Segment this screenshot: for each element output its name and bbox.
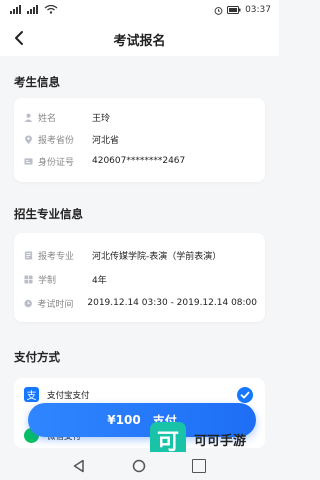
alipay-icon: 支 — [24, 387, 39, 402]
field-value: 河北传媒学院-表演（学前表演） — [92, 251, 222, 262]
pay-amount: ¥100 — [107, 413, 141, 427]
app-bar: 考试报名 — [0, 22, 279, 56]
page-title: 考试报名 — [113, 34, 166, 49]
field-value: 420607********2467 — [92, 156, 186, 166]
field-major: 报考专业 河北传媒学院-表演（学前表演） — [24, 247, 257, 263]
candidate-card: 姓名 王玲 报考省份 河北省 身份证号 420607********2467 — [14, 98, 265, 182]
status-icons-left — [10, 5, 58, 14]
field-label: 身份证号 — [38, 157, 75, 168]
status-bar: 03:37 — [0, 0, 279, 22]
field-value: 2019.12.14 03:30 - 2019.12.14 08:00 — [87, 298, 257, 308]
nav-recent-icon[interactable] — [192, 459, 206, 473]
major-card: 报考专业 河北传媒学院-表演（学前表演） 学制 4年 考试时间 2019.12.… — [14, 233, 265, 322]
check-icon[interactable] — [237, 387, 253, 403]
major-section-title: 招生专业信息 — [14, 207, 83, 221]
candidate-section-title: 考生信息 — [14, 75, 60, 89]
battery-icon — [227, 6, 241, 14]
field-label: 报考专业 — [38, 251, 75, 262]
field-value: 河北省 — [92, 135, 120, 146]
system-nav-bar — [0, 452, 279, 480]
grid-icon — [24, 274, 33, 284]
field-value: 4年 — [92, 275, 107, 286]
field-name: 姓名 王玲 — [24, 109, 257, 125]
field-id-number: 身份证号 420607********2467 — [24, 153, 257, 169]
watermark-text: 可可手游 — [194, 434, 247, 449]
payment-method-label: 支付宝支付 — [47, 390, 90, 401]
nav-back-icon[interactable] — [72, 459, 86, 473]
wifi-icon — [44, 5, 58, 14]
field-label: 姓名 — [38, 113, 57, 124]
payment-section-title: 支付方式 — [14, 350, 60, 364]
clock-icon — [24, 299, 32, 307]
status-time: 03:37 — [245, 5, 271, 15]
field-label: 报考省份 — [38, 135, 75, 146]
user-icon — [24, 113, 33, 122]
id-card-icon — [24, 157, 33, 165]
payment-method-alipay[interactable]: 支 支付宝支付 — [24, 387, 90, 402]
location-icon — [25, 134, 32, 144]
nav-home-icon[interactable] — [132, 459, 146, 473]
signal-icon — [10, 5, 21, 14]
signal-icon-2 — [27, 5, 38, 14]
field-label: 考试时间 — [37, 299, 74, 310]
field-province: 报考省份 河北省 — [24, 131, 257, 147]
alarm-icon — [214, 6, 223, 15]
status-icons-right: 03:37 — [214, 5, 271, 15]
list-icon — [24, 250, 33, 260]
field-exam-time: 考试时间 2019.12.14 03:30 - 2019.12.14 08:00 — [24, 295, 257, 311]
field-duration: 学制 4年 — [24, 271, 257, 287]
field-label: 学制 — [38, 275, 57, 286]
field-value: 王玲 — [92, 113, 111, 124]
